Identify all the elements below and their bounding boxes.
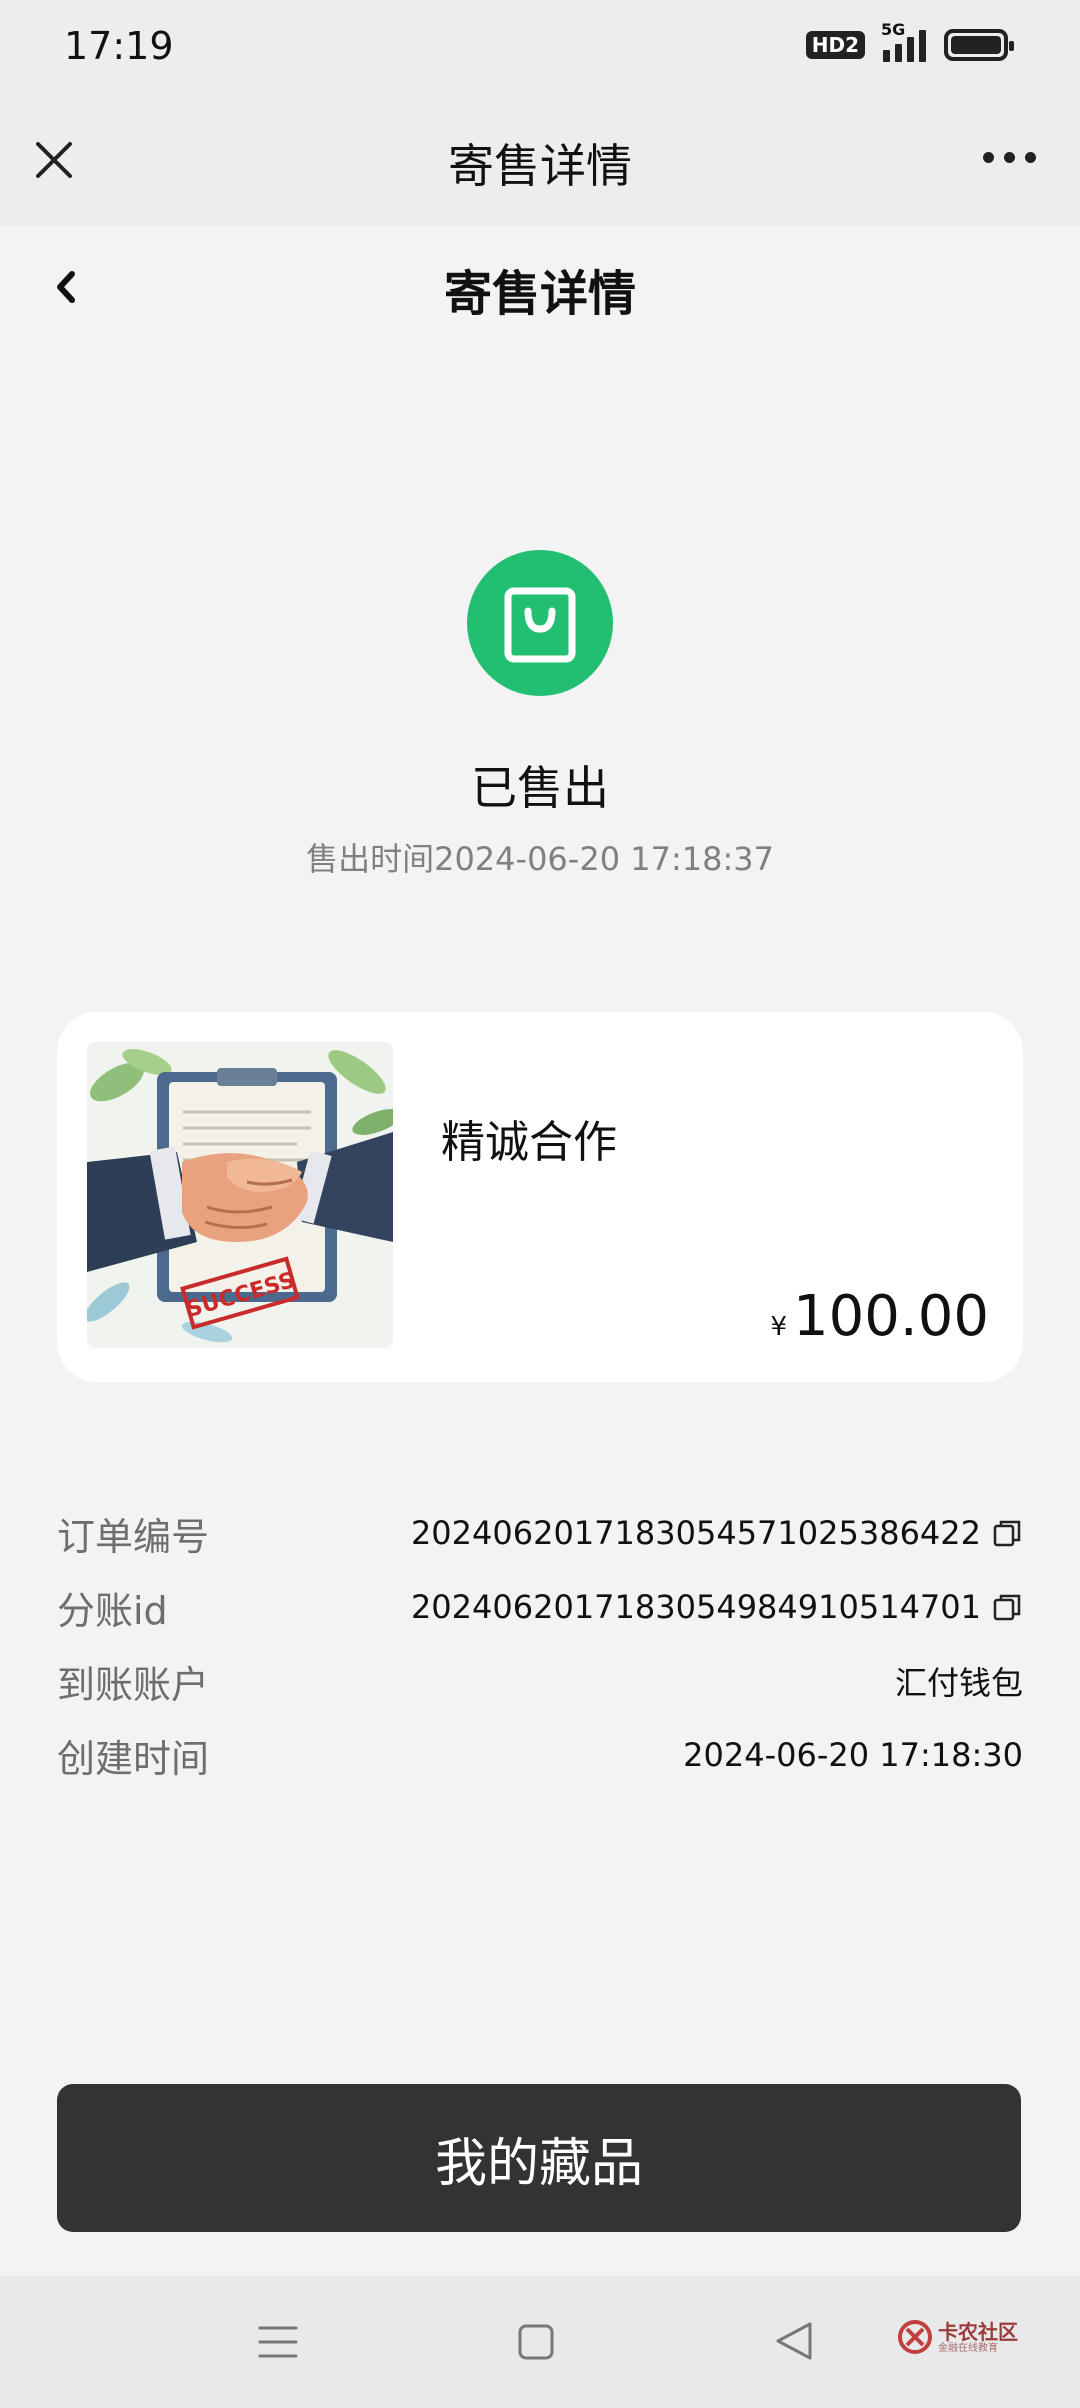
- status-time: 17:19: [64, 24, 174, 68]
- more-icon[interactable]: [983, 152, 1036, 163]
- detail-value: 2024062017183054984910514701: [410, 1588, 981, 1626]
- detail-label: 分账id: [57, 1588, 168, 1633]
- copy-icon[interactable]: [991, 1591, 1023, 1623]
- order-status-label: 已售出: [471, 761, 609, 815]
- my-collection-button[interactable]: 我的藏品: [57, 2084, 1021, 2232]
- detail-label: 到账账户: [57, 1662, 210, 1707]
- detail-row-split-id: 分账id 2024062017183054984910514701: [57, 1570, 1023, 1644]
- status-icons: HD2 5G: [805, 20, 1014, 62]
- watermark-name: 卡农社区: [938, 2319, 1018, 2344]
- detail-value: 汇付钱包: [894, 1664, 1023, 1702]
- kanong-logo-icon: [898, 2320, 932, 2354]
- home-icon[interactable]: [516, 2322, 556, 2362]
- price-amount: 100.00: [793, 1284, 989, 1349]
- product-price: ¥ 100.00: [771, 1284, 990, 1349]
- back-triangle-icon[interactable]: [774, 2320, 814, 2362]
- detail-label: 创建时间: [57, 1736, 210, 1781]
- shopping-bag-icon: [467, 550, 613, 696]
- currency-symbol: ¥: [770, 1312, 788, 1342]
- detail-row-created: 创建时间 2024-06-20 17:18:30: [57, 1718, 1023, 1792]
- page-title: 寄售详情: [443, 266, 636, 322]
- sold-time-prefix: 售出时间: [306, 840, 435, 878]
- sold-time-value: 2024-06-20 17:18:37: [434, 840, 774, 878]
- menu-icon[interactable]: [258, 2322, 298, 2362]
- detail-row-order-no: 订单编号 2024062017183054571025386422: [57, 1496, 1023, 1570]
- watermark-sub: 金融在线教育: [938, 2342, 998, 2354]
- order-details: 订单编号 2024062017183054571025386422 分账id 2…: [57, 1496, 1023, 1792]
- detail-label: 订单编号: [57, 1514, 210, 1559]
- status-bar: 17:19 HD2 5G: [0, 0, 1080, 100]
- network-type: 5G: [881, 20, 906, 39]
- sold-time: 售出时间2024-06-20 17:18:37: [0, 834, 1080, 880]
- system-nav-bar: 卡农社区 金融在线教育: [0, 2276, 1080, 2408]
- wechat-header: 寄售详情: [0, 100, 1080, 226]
- detail-value: 2024062017183054571025386422: [410, 1514, 981, 1552]
- detail-row-account: 到账账户 汇付钱包: [57, 1644, 1023, 1718]
- wechat-title: 寄售详情: [448, 139, 632, 193]
- battery-icon: [944, 29, 1014, 61]
- signal-icon: 5G: [881, 20, 926, 62]
- product-card[interactable]: SUCCESS 精诚合作 ¥ 100.00: [57, 1012, 1023, 1382]
- hd-icon: HD2: [805, 31, 865, 59]
- product-name: 精诚合作: [441, 1117, 617, 1168]
- copy-icon[interactable]: [991, 1517, 1023, 1549]
- page-nav: 寄售详情: [0, 226, 1080, 346]
- watermark: 卡农社区 金融在线教育: [898, 2320, 1018, 2354]
- detail-value: 2024-06-20 17:18:30: [683, 1736, 1023, 1774]
- product-image: SUCCESS: [87, 1042, 393, 1348]
